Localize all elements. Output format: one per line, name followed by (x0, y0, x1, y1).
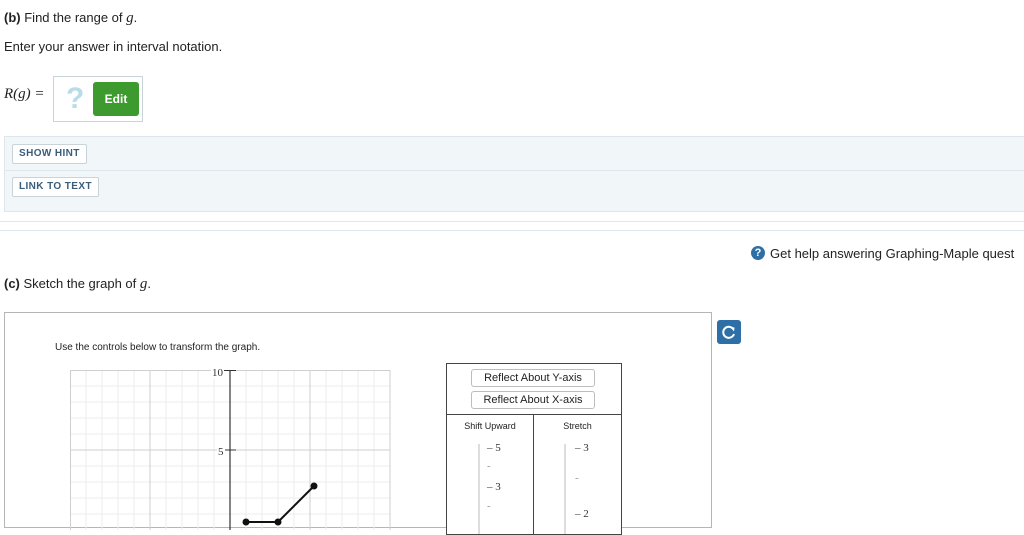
graph-point-1[interactable] (242, 518, 250, 526)
edit-button[interactable]: Edit (93, 82, 139, 116)
graph-frame: Use the controls below to transform the … (4, 312, 712, 535)
link-to-text-button[interactable]: LINK TO TEXT (12, 177, 99, 197)
stretch-tick-2: – 2 (575, 508, 589, 520)
show-hint-button[interactable]: SHOW HINT (12, 144, 87, 164)
stretch-label: Stretch (563, 421, 592, 431)
graph-plot[interactable] (70, 370, 395, 530)
reset-icon[interactable] (717, 320, 741, 344)
part-c-suffix: . (147, 276, 152, 291)
stretch-tick-3: – 3 (575, 442, 589, 454)
part-b-instruction: Enter your answer in interval notation. (4, 39, 223, 54)
part-b-var: g (126, 10, 134, 26)
answer-box[interactable]: ? Edit (53, 76, 143, 122)
part-b-question: (b) Find the range of g. (4, 10, 137, 27)
answer-placeholder-icon: ? (66, 82, 85, 115)
reflect-x-button[interactable]: Reflect About X-axis (471, 391, 595, 409)
y-tick-label-5: 5 (217, 446, 225, 458)
shift-slider-track[interactable] (478, 444, 480, 534)
stretch-slider-track[interactable] (564, 444, 566, 534)
help-link[interactable]: Get help answering Graphing-Maple quest (770, 246, 1014, 261)
graph-point-2[interactable] (274, 518, 282, 526)
shift-tick-3: – 3 (487, 481, 501, 493)
control-divider-v (533, 414, 534, 534)
graph-point-3[interactable] (310, 482, 318, 490)
shift-tick-5: – 5 (487, 442, 501, 454)
shift-tick-minor-1: - (487, 460, 491, 472)
control-divider-h (447, 414, 621, 415)
hint-divider (5, 170, 1024, 171)
section-divider-bottom (0, 230, 1024, 231)
part-b-suffix: . (133, 10, 138, 25)
part-b-text: Find the range of (24, 10, 123, 25)
y-tick-label-10: 10 (211, 367, 224, 379)
function-path (246, 485, 315, 523)
stretch-tick-minor: - (575, 472, 579, 484)
part-c-prefix: (c) (4, 276, 20, 291)
part-c-text: Sketch the graph of (23, 276, 137, 291)
control-panel: Reflect About Y-axis Reflect About X-axi… (446, 363, 622, 535)
graph-instruction: Use the controls below to transform the … (55, 342, 261, 353)
question-circle-icon[interactable]: ? (751, 246, 765, 260)
section-divider-top (0, 221, 1024, 222)
shift-tick-minor-2: - (487, 500, 491, 512)
hint-panel: SHOW HINT LINK TO TEXT (4, 136, 1024, 212)
part-c-question: (c) Sketch the graph of g. (4, 276, 151, 293)
answer-label: R(g) = (4, 86, 45, 102)
reflect-y-button[interactable]: Reflect About Y-axis (471, 369, 595, 387)
shift-upward-label: Shift Upward (464, 421, 516, 431)
part-b-prefix: (b) (4, 10, 21, 25)
refresh-icon (722, 325, 735, 339)
